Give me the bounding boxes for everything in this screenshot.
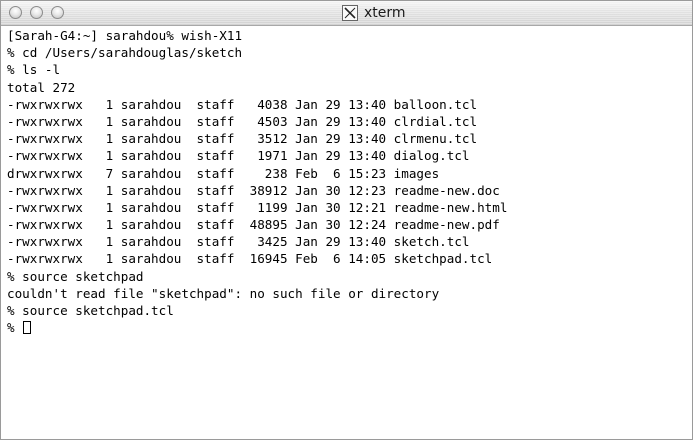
terminal-line: drwxrwxrwx 7 sarahdou staff 238 Feb 6 15… [7, 165, 440, 181]
text-cursor [23, 321, 32, 335]
prompt: % [7, 320, 23, 336]
terminal-line: -rwxrwxrwx 1 sarahdou staff 1971 Jan 29 … [7, 148, 470, 164]
terminal-output[interactable]: [Sarah-G4:~] sarahdou% wish-X11 % cd /Us… [7, 27, 691, 439]
window-title: xterm [364, 5, 406, 21]
terminal-line: couldn't read file "sketchpad": no such … [7, 285, 440, 301]
minimize-button[interactable] [30, 6, 43, 19]
terminal-line: -rwxrwxrwx 1 sarahdou staff 38912 Jan 30… [7, 182, 500, 198]
terminal-line: -rwxrwxrwx 1 sarahdou staff 4038 Jan 29 … [7, 96, 478, 112]
terminal-line: -rwxrwxrwx 1 sarahdou staff 4503 Jan 29 … [7, 113, 478, 129]
terminal-line: % source sketchpad [7, 268, 144, 284]
x-window-icon [342, 5, 358, 21]
terminal-line: total 272 [7, 79, 76, 95]
terminal-line: [Sarah-G4:~] sarahdou% wish-X11 [7, 28, 243, 43]
window-title-group: xterm [342, 4, 406, 22]
terminal-line: -rwxrwxrwx 1 sarahdou staff 48895 Jan 30… [7, 217, 500, 233]
terminal-line: % ls -l [7, 62, 61, 78]
prompt-line[interactable]: % [7, 319, 691, 336]
title-bar[interactable]: xterm [1, 1, 692, 26]
xterm-window: xterm [Sarah-G4:~] sarahdou% wish-X11 % … [0, 0, 693, 440]
terminal-line: -rwxrwxrwx 1 sarahdou staff 3512 Jan 29 … [7, 131, 478, 147]
terminal-line: % source sketchpad.tcl [7, 303, 174, 318]
close-button[interactable] [9, 6, 22, 19]
zoom-button[interactable] [51, 6, 64, 19]
terminal-line: % cd /Users/sarahdouglas/sketch [7, 45, 243, 61]
terminal-line: -rwxrwxrwx 1 sarahdou staff 1199 Jan 30 … [7, 199, 508, 215]
terminal-line: -rwxrwxrwx 1 sarahdou staff 3425 Jan 29 … [7, 234, 470, 250]
terminal-line: -rwxrwxrwx 1 sarahdou staff 16945 Feb 6 … [7, 251, 493, 267]
